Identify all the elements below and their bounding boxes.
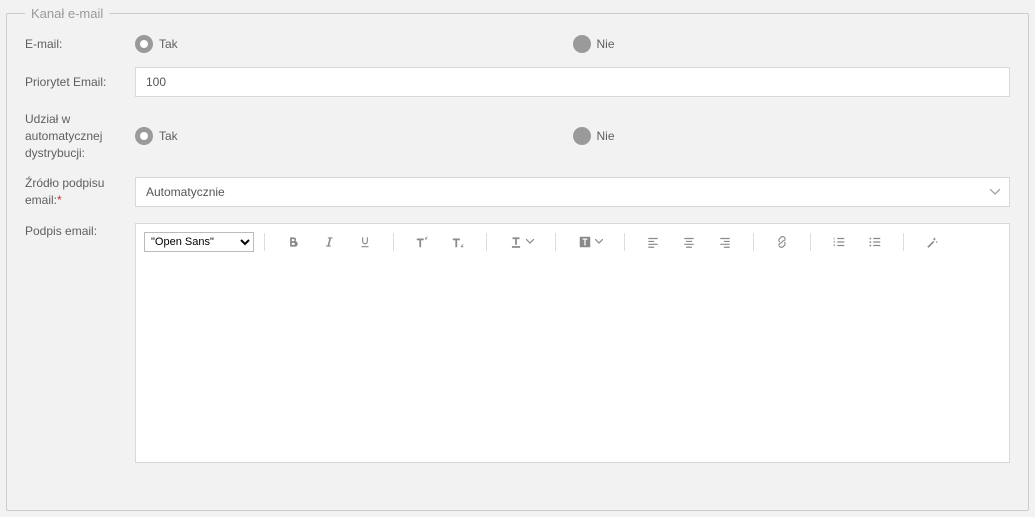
signature-editor: "Open Sans": [135, 223, 1010, 463]
toolbar-separator: [393, 233, 394, 251]
radio-icon: [135, 35, 153, 53]
chevron-down-icon: [595, 239, 603, 244]
toolbar-separator: [555, 233, 556, 251]
subscript-icon: [450, 235, 466, 249]
link-button[interactable]: [768, 230, 796, 254]
radio-icon: [573, 127, 591, 145]
toolbar-separator: [810, 233, 811, 251]
email-radio-no[interactable]: Nie: [573, 35, 1011, 53]
distribution-label: Udział w automatycznej dystrybucji:: [25, 111, 135, 161]
email-radio-group: Tak Nie: [135, 35, 1010, 53]
align-right-button[interactable]: [711, 230, 739, 254]
toolbar-separator: [903, 233, 904, 251]
email-radio-yes[interactable]: Tak: [135, 35, 573, 53]
unordered-list-icon: [868, 235, 882, 249]
chevron-down-icon: [526, 239, 534, 244]
toolbar-separator: [624, 233, 625, 251]
superscript-icon: [414, 235, 430, 249]
priority-control: [135, 67, 1010, 97]
signature-label: Podpis email:: [25, 223, 135, 240]
radio-icon: [573, 35, 591, 53]
distribution-radio-group: Tak Nie: [135, 127, 1010, 145]
align-left-icon: [646, 235, 660, 249]
superscript-button[interactable]: [408, 230, 436, 254]
row-distribution: Udział w automatycznej dystrybucji: Tak …: [25, 111, 1010, 161]
font-family-select[interactable]: "Open Sans": [144, 232, 254, 252]
distribution-radio-yes[interactable]: Tak: [135, 127, 573, 145]
signature-source-label-text: Źródło podpisu email:: [25, 176, 104, 207]
text-background-icon: [578, 235, 592, 249]
distribution-radio-no[interactable]: Nie: [573, 127, 1011, 145]
link-icon: [775, 235, 789, 249]
email-radio-yes-label: Tak: [159, 37, 178, 51]
ordered-list-button[interactable]: [825, 230, 853, 254]
editor-toolbar: "Open Sans": [136, 224, 1009, 260]
ordered-list-icon: [832, 235, 846, 249]
signature-content-editable[interactable]: [136, 260, 1009, 462]
row-email: E-mail: Tak Nie: [25, 35, 1010, 53]
email-channel-fieldset: Kanał e-mail E-mail: Tak Nie Priorytet E…: [6, 6, 1029, 511]
bold-icon: [286, 235, 300, 249]
text-color-button[interactable]: [501, 230, 541, 254]
row-priority: Priorytet Email:: [25, 67, 1010, 97]
magic-wand-icon: [925, 235, 939, 249]
bold-button[interactable]: [279, 230, 307, 254]
align-center-icon: [682, 235, 696, 249]
italic-button[interactable]: [315, 230, 343, 254]
row-signature-source: Źródło podpisu email:* Automatycznie: [25, 175, 1010, 209]
email-radio-no-label: Nie: [597, 37, 615, 51]
align-left-button[interactable]: [639, 230, 667, 254]
text-background-button[interactable]: [570, 230, 610, 254]
row-signature: Podpis email: "Open Sans": [25, 223, 1010, 463]
signature-source-label: Źródło podpisu email:*: [25, 175, 135, 209]
align-right-icon: [718, 235, 732, 249]
unordered-list-button[interactable]: [861, 230, 889, 254]
toolbar-separator: [753, 233, 754, 251]
toolbar-separator: [264, 233, 265, 251]
italic-icon: [322, 235, 336, 249]
signature-source-select[interactable]: Automatycznie: [135, 177, 1010, 207]
text-color-icon: [509, 235, 523, 249]
signature-source-value: Automatycznie: [146, 185, 225, 199]
toolbar-separator: [486, 233, 487, 251]
align-center-button[interactable]: [675, 230, 703, 254]
radio-icon: [135, 127, 153, 145]
underline-button[interactable]: [351, 230, 379, 254]
distribution-radio-yes-label: Tak: [159, 129, 178, 143]
distribution-radio-no-label: Nie: [597, 129, 615, 143]
fieldset-legend: Kanał e-mail: [25, 6, 109, 21]
magic-wand-button[interactable]: [918, 230, 946, 254]
subscript-button[interactable]: [444, 230, 472, 254]
priority-input[interactable]: [135, 67, 1010, 97]
signature-source-control: Automatycznie: [135, 177, 1010, 207]
required-asterisk: *: [57, 193, 62, 207]
priority-label: Priorytet Email:: [25, 74, 135, 91]
underline-icon: [358, 235, 372, 249]
email-label: E-mail:: [25, 36, 135, 53]
